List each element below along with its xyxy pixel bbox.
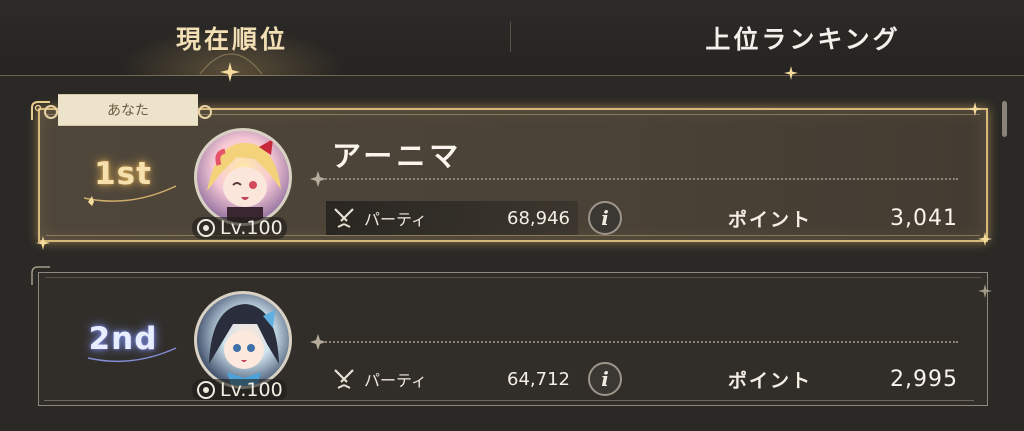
player-level-text: Lv.100 [220, 379, 283, 401]
corner-ornament-icon [31, 266, 50, 285]
party-label: パーティ [364, 210, 428, 229]
player-level: Lv.100 [192, 379, 287, 401]
points-value: 2,995 [890, 366, 958, 392]
info-button[interactable]: i [588, 201, 622, 235]
diamond-icon [310, 171, 326, 187]
party-value: 64,712 [507, 368, 570, 390]
info-button[interactable]: i [588, 362, 622, 396]
level-badge-icon [197, 219, 215, 237]
card-bottom-line [44, 400, 974, 401]
tab-top-ranking[interactable]: 上位ランキング [512, 0, 1024, 76]
points-value: 3,041 [890, 205, 958, 231]
crossed-swords-icon [334, 208, 354, 228]
party-value: 68,946 [507, 207, 570, 229]
stat-row: パーティ 68,946 i ポイント 3,041 [326, 201, 958, 235]
rank-swoosh-icon [83, 185, 177, 206]
points-label: ポイント [728, 369, 813, 392]
party-label: パーティ [364, 371, 428, 390]
character-portrait-icon [207, 139, 281, 223]
divider-dotted [318, 341, 958, 343]
avatar[interactable] [194, 291, 292, 389]
crossed-swords-icon [334, 369, 354, 389]
diamond-icon [310, 334, 326, 350]
sparkle-icon [968, 102, 982, 116]
party-power: パーティ 68,946 [326, 201, 578, 235]
party-power: パーティ 64,712 [326, 362, 578, 396]
points-label: ポイント [728, 208, 813, 231]
card-inner-line [45, 277, 981, 278]
info-icon: i [601, 206, 609, 230]
sparkle-icon [784, 66, 798, 80]
card-inner-line [46, 235, 980, 236]
you-badge: あなた [44, 94, 212, 126]
rank-swoosh-icon [87, 347, 177, 363]
divider-dotted [318, 178, 958, 180]
sparkle-icon [978, 284, 992, 298]
player-level: Lv.100 [192, 217, 287, 239]
character-portrait-icon [209, 304, 279, 386]
player-name: アーニマ [332, 139, 463, 173]
ornament-arc-icon [199, 53, 263, 75]
player-level-text: Lv.100 [220, 217, 283, 239]
tab-bar: 現在順位 上位ランキング [0, 0, 1024, 82]
level-badge-icon [197, 381, 215, 399]
tab-divider [510, 22, 511, 52]
you-badge-label: あなた [107, 103, 149, 119]
avatar[interactable] [194, 128, 292, 226]
tab-top-ranking-label: 上位ランキング [705, 25, 901, 54]
info-icon: i [601, 367, 609, 391]
sparkle-icon [978, 232, 992, 246]
stat-row: パーティ 64,712 i ポイント 2,995 [326, 362, 958, 396]
scrollbar[interactable] [1002, 101, 1007, 137]
sparkle-icon [36, 236, 50, 250]
